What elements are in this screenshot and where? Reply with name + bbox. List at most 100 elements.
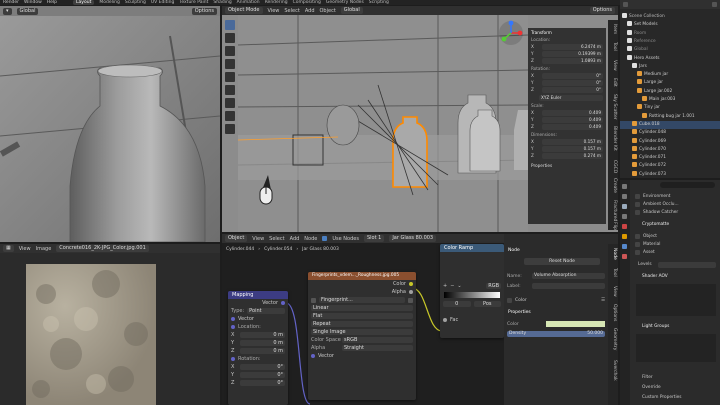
dimensions-x-field[interactable]: 0.157 m — [542, 138, 603, 145]
dimensions-y-field[interactable]: 0.157 m — [542, 145, 603, 152]
tab-rendering[interactable]: Rendering — [265, 0, 288, 5]
world-properties-icon[interactable] — [622, 224, 627, 229]
move-tool-icon[interactable] — [225, 46, 235, 56]
tab-layout[interactable]: Layout — [73, 0, 95, 5]
transform-header[interactable]: Transform — [531, 30, 603, 37]
outliner-item[interactable]: Hero Assets — [620, 54, 720, 63]
outliner-item[interactable]: Large jar.002 — [620, 87, 720, 96]
node-editor[interactable]: Object View Select Add Node Use Nodes Sl… — [222, 234, 504, 405]
properties-section-header[interactable]: Properties — [508, 310, 531, 315]
tab-scripting[interactable]: Scripting — [369, 0, 389, 5]
cursor-tool-icon[interactable] — [225, 33, 235, 43]
tab-view[interactable]: View — [609, 286, 617, 297]
ambient-occlusion-checkbox[interactable] — [635, 201, 640, 207]
render-properties-icon[interactable] — [622, 184, 627, 189]
mapping-rotation-y[interactable]: 0° — [240, 372, 285, 378]
color-ramp-node[interactable]: Color Ramp + − ⌄ RGB 0 Pos Fac — [440, 244, 504, 338]
outliner-item[interactable]: Cylinder.048 — [620, 129, 720, 137]
custom-properties-section[interactable]: Custom Properties — [642, 395, 682, 400]
shader-aov-header[interactable]: Shader AOV — [642, 274, 668, 279]
annotate-tool-icon[interactable] — [225, 98, 235, 108]
color-space-dropdown[interactable]: sRGB — [342, 337, 413, 343]
rotation-x-field[interactable]: 0° — [542, 72, 603, 79]
menu-view[interactable]: View — [19, 246, 31, 252]
mode-dropdown[interactable]: Object Mode — [225, 7, 263, 14]
mapping-location-y[interactable]: 0 m — [240, 340, 285, 346]
ramp-gradient-bar[interactable] — [444, 292, 500, 298]
outliner-item[interactable]: Scene Collection — [620, 13, 720, 21]
image-browse-icon[interactable] — [311, 297, 316, 303]
texture-color-output-socket[interactable] — [409, 282, 413, 286]
tab-item[interactable]: Item — [609, 24, 617, 34]
scale-y-field[interactable]: 0.409 — [542, 116, 603, 123]
menu-select[interactable]: Select — [284, 8, 299, 14]
left-view-icon[interactable]: ▾ — [3, 7, 12, 15]
interpolation-dropdown[interactable]: Linear — [311, 305, 413, 311]
tab-animation[interactable]: Animation — [237, 0, 260, 5]
tab-node[interactable]: Node — [609, 248, 617, 260]
outliner-item[interactable]: Cylinder.069 — [620, 137, 720, 146]
outliner-item[interactable]: Tiny jar — [620, 104, 720, 112]
mapping-rotation-x[interactable]: 0° — [240, 364, 285, 370]
location-x-field[interactable]: 6.2474 m — [542, 43, 603, 50]
left-orientation-dropdown[interactable]: Global — [16, 7, 39, 15]
outliner-item[interactable]: Medium jar — [620, 71, 720, 79]
menu-view[interactable]: View — [268, 8, 280, 14]
node-label-field[interactable] — [532, 283, 605, 289]
scale-z-field[interactable]: 0.409 — [542, 123, 603, 130]
tab-geometry[interactable]: Geometry — [609, 328, 617, 350]
mapping-node-title[interactable]: Mapping — [228, 291, 288, 299]
mapping-location-x[interactable]: 0 m — [240, 332, 285, 338]
mapping-location-z[interactable]: 0 m — [240, 348, 285, 354]
menu-window[interactable]: Window — [24, 0, 42, 5]
outliner-item[interactable]: Cylinder.072 — [620, 162, 720, 170]
image-unlink-icon[interactable] — [408, 297, 413, 303]
outliner-editor-icon[interactable] — [623, 2, 628, 7]
main-viewport[interactable]: Object Mode View Select Add Object Globa… — [222, 6, 618, 232]
navigation-gizmo-icon[interactable] — [498, 20, 524, 46]
rotation-z-field[interactable]: 0° — [542, 86, 603, 93]
reset-node-button[interactable]: Reset Node — [524, 258, 600, 265]
tab-create[interactable]: Create — [609, 178, 617, 193]
extension-dropdown[interactable]: Repeat — [311, 321, 413, 327]
outliner-item[interactable]: Large jar — [620, 79, 720, 87]
texture-image-field[interactable]: Fingerprint... — [319, 297, 405, 303]
override-section[interactable]: Override — [642, 385, 661, 390]
shadow-catcher-checkbox[interactable] — [635, 209, 640, 215]
editor-type-icon[interactable]: ▦ — [3, 245, 14, 252]
volume-color-swatch[interactable] — [546, 321, 605, 327]
mapping-node[interactable]: Mapping Vector Type: Point Vector Locatio… — [228, 291, 288, 405]
location-z-field[interactable]: 1.0893 m — [542, 57, 603, 64]
texture-vector-input-socket[interactable] — [311, 354, 315, 358]
image-texture-node[interactable]: Fingerprints_vdem..._Roughness.jpg.005 C… — [308, 272, 416, 400]
outliner-item[interactable]: Cylinder.070 — [620, 145, 720, 154]
tab-cgcd[interactable]: CGCD — [609, 160, 617, 173]
outliner[interactable]: Scene Collection Set Models Room Reference G… — [620, 0, 720, 178]
outliner-item[interactable]: Set Models — [620, 21, 720, 29]
ramp-remove-button[interactable]: − — [450, 283, 454, 289]
mapping-rotation-z[interactable]: 0° — [240, 380, 285, 386]
color-ramp-title[interactable]: Color Ramp — [440, 244, 504, 252]
tab-texture-paint[interactable]: Texture Paint — [179, 0, 208, 5]
rotation-mode-dropdown[interactable]: XYZ Euler — [539, 95, 603, 101]
measure-tool-icon[interactable] — [225, 111, 235, 121]
outliner-item[interactable]: Cylinder.073 — [620, 170, 720, 178]
projection-dropdown[interactable]: Flat — [311, 313, 413, 319]
tab-tool[interactable]: Tool — [609, 42, 617, 51]
mapping-vector-input-socket[interactable] — [231, 317, 235, 321]
image-editor[interactable]: ▦ View Image Concrete016_2K-JPG_Color.jp… — [0, 244, 220, 405]
menu-add[interactable]: Add — [305, 8, 315, 14]
tab-fractured[interactable]: Fractured — [609, 200, 617, 221]
ramp-menu-icon[interactable]: ⌄ — [457, 283, 461, 289]
levels-field[interactable] — [658, 262, 716, 268]
mapping-vector-output-socket[interactable] — [281, 301, 285, 305]
ramp-mode-dropdown[interactable]: RGB — [486, 283, 501, 289]
outliner-item[interactable]: Rotting bug jar 1.001 — [620, 112, 720, 121]
tab-tool[interactable]: Tool — [609, 268, 617, 277]
ramp-fac-input-socket[interactable] — [443, 318, 447, 322]
texture-alpha-output-socket[interactable] — [409, 290, 413, 294]
location-y-field[interactable]: 0.19399 m — [542, 50, 603, 57]
tab-blender-kit[interactable]: Blender Kit — [609, 126, 617, 151]
tab-sverchok[interactable]: Sverchok — [609, 360, 617, 381]
menu-image[interactable]: Image — [36, 246, 52, 252]
